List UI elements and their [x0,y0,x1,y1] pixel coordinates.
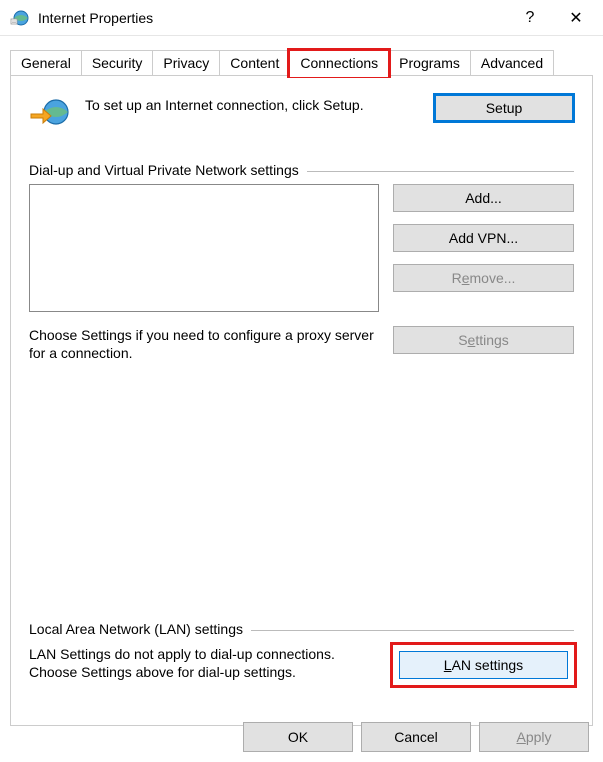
titlebar: Internet Properties ? ✕ [0,0,603,36]
tab-privacy[interactable]: Privacy [152,50,220,76]
lan-help-text: LAN Settings do not apply to dial-up con… [29,645,379,681]
divider [307,171,574,172]
remove-label: Remove... [452,270,516,286]
dialup-help-row: Choose Settings if you need to configure… [29,326,574,362]
window-title: Internet Properties [38,10,507,26]
add-connection-button[interactable]: Add... [393,184,574,212]
lan-settings-label: LAN settings [444,657,523,673]
tab-connections[interactable]: Connections [289,50,389,76]
tab-strip: General Security Privacy Content Connect… [0,36,603,76]
cancel-button[interactable]: Cancel [361,722,471,752]
setup-row: To set up an Internet connection, click … [29,94,574,136]
settings-label: Settings [458,332,509,348]
tab-security[interactable]: Security [81,50,154,76]
lan-group-label: Local Area Network (LAN) settings [29,621,574,637]
dialup-help-text: Choose Settings if you need to configure… [29,326,379,362]
add-label: Add... [465,190,502,206]
tab-content[interactable]: Content [219,50,290,76]
apply-label: Apply [516,729,551,745]
connections-panel: To set up an Internet connection, click … [10,76,593,726]
connection-wizard-icon [29,94,71,136]
close-button[interactable]: ✕ [553,2,599,34]
dialup-area: Add... Add VPN... Remove... [29,184,574,312]
remove-connection-button: Remove... [393,264,574,292]
ok-button[interactable]: OK [243,722,353,752]
setup-intro-text: To set up an Internet connection, click … [85,94,420,114]
tab-programs[interactable]: Programs [388,50,471,76]
tab-advanced[interactable]: Advanced [470,50,554,76]
add-vpn-button[interactable]: Add VPN... [393,224,574,252]
tab-general[interactable]: General [10,50,82,76]
lan-group: Local Area Network (LAN) settings LAN Se… [29,621,574,685]
connections-listbox[interactable] [29,184,379,312]
connection-settings-button: Settings [393,326,574,354]
lan-row: LAN Settings do not apply to dial-up con… [29,645,574,685]
dialup-group-label-text: Dial-up and Virtual Private Network sett… [29,162,299,178]
dialog-button-row: OK Cancel Apply [243,722,589,752]
lan-settings-button[interactable]: LAN settings [399,651,568,679]
apply-button: Apply [479,722,589,752]
dialup-side-buttons: Add... Add VPN... Remove... [393,184,574,292]
add-vpn-label: Add VPN... [449,230,518,246]
dialup-group-label: Dial-up and Virtual Private Network sett… [29,162,574,178]
internet-options-icon [10,8,30,28]
help-button[interactable]: ? [507,2,553,34]
lan-button-highlight: LAN settings [393,645,574,685]
lan-group-label-text: Local Area Network (LAN) settings [29,621,243,637]
setup-button[interactable]: Setup [434,94,574,122]
divider [251,630,574,631]
